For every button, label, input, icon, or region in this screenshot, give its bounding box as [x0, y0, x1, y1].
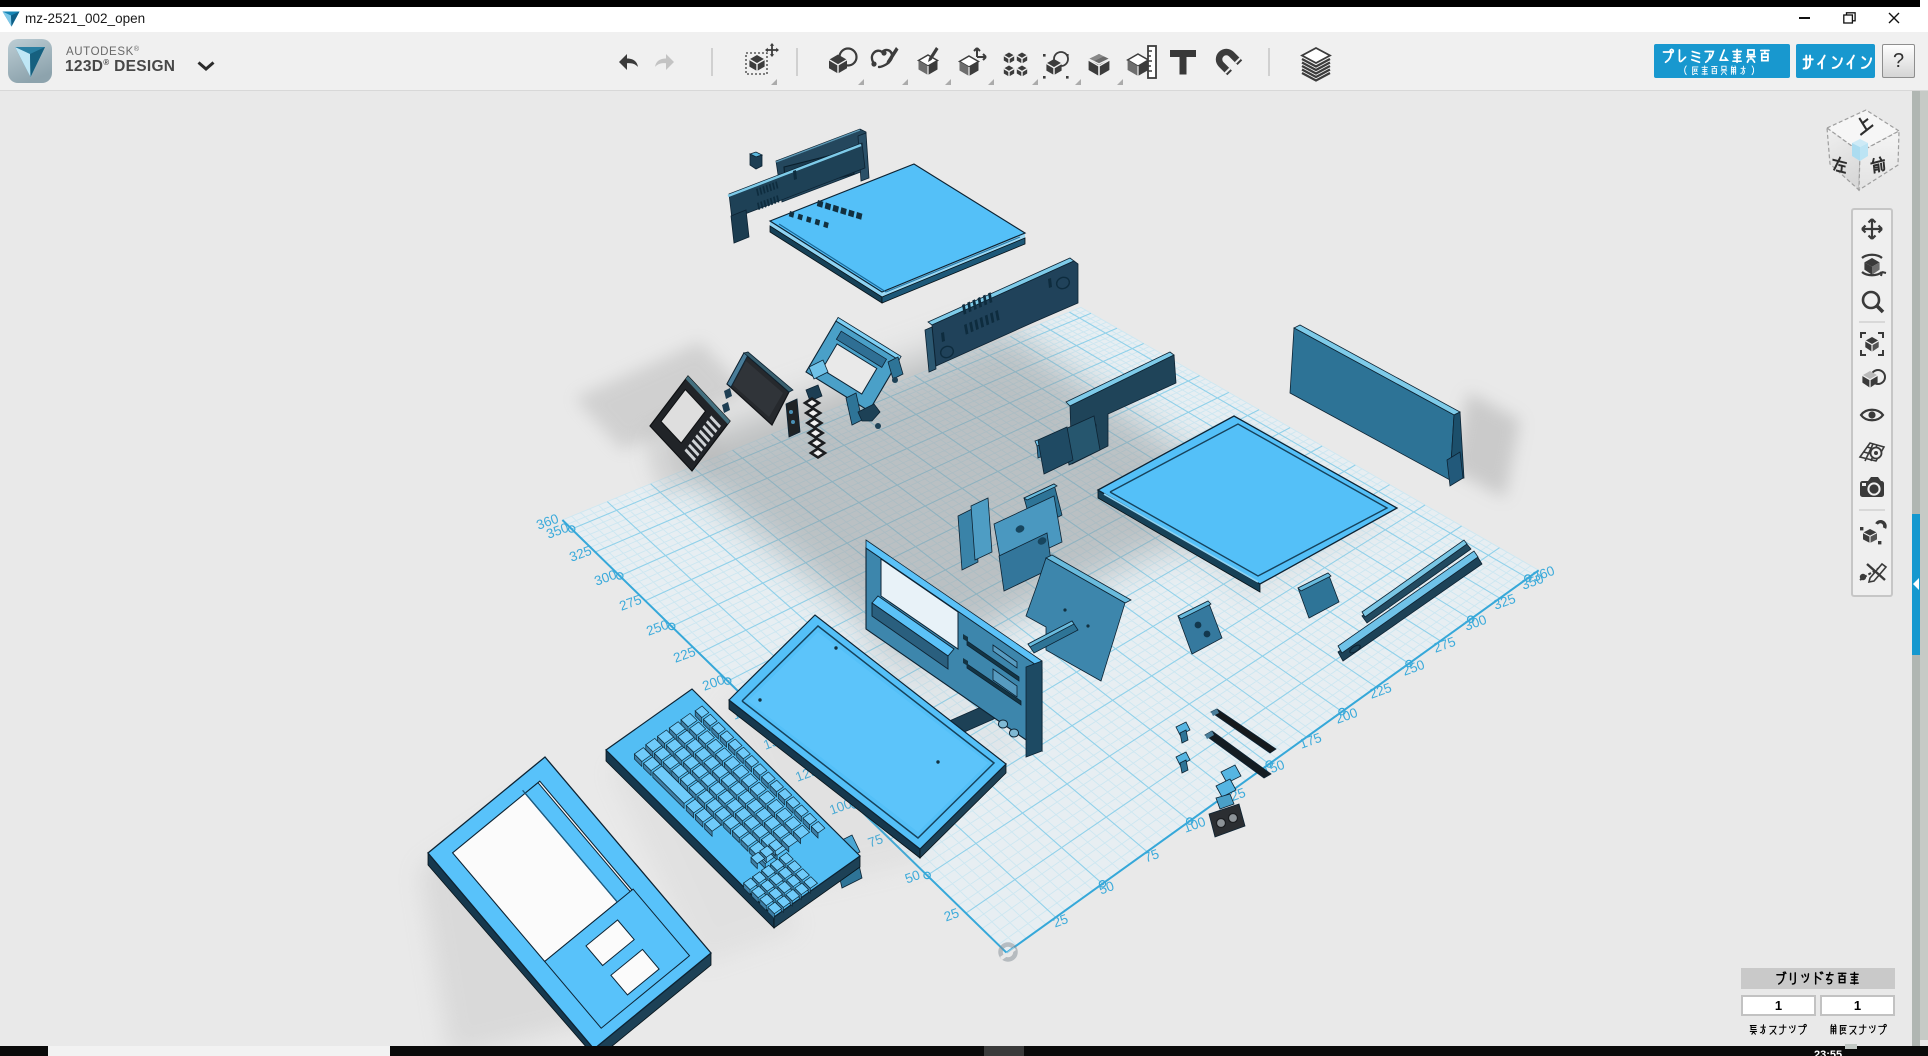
svg-text:360: 360 [1530, 563, 1556, 585]
svg-text:25: 25 [942, 905, 961, 924]
svg-text:225: 225 [671, 644, 697, 666]
svg-text:200: 200 [700, 672, 726, 694]
svg-text:325: 325 [567, 543, 593, 565]
svg-text:300: 300 [592, 567, 618, 589]
svg-text:50: 50 [903, 867, 922, 886]
svg-text:250: 250 [644, 617, 670, 639]
svg-text:275: 275 [617, 592, 643, 614]
